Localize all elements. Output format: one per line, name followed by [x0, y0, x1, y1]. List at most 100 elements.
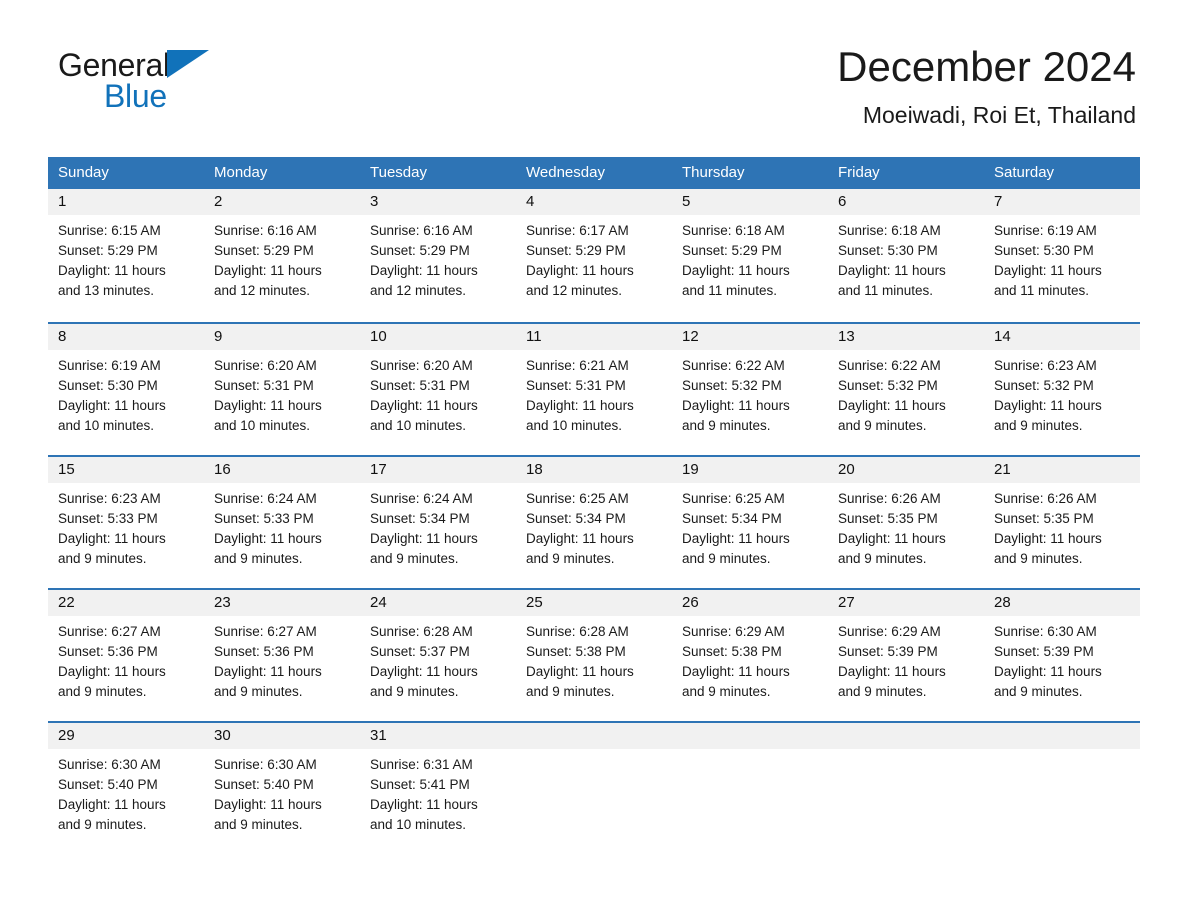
day-details: Sunrise: 6:17 AM Sunset: 5:29 PM Dayligh…	[516, 215, 672, 301]
day-number	[984, 723, 1140, 749]
sunset-text: Sunset: 5:31 PM	[526, 378, 626, 393]
day-number: 30	[204, 723, 360, 749]
daylight-text-line1: Daylight: 11 hours	[58, 664, 166, 679]
day-cell[interactable]: 10 Sunrise: 6:20 AM Sunset: 5:31 PM Dayl…	[360, 324, 516, 455]
day-cell-empty	[984, 723, 1140, 854]
daylight-text-line2: and 9 minutes.	[58, 551, 147, 566]
day-number: 14	[984, 324, 1140, 350]
daylight-text-line1: Daylight: 11 hours	[682, 531, 790, 546]
day-cell[interactable]: 25 Sunrise: 6:28 AM Sunset: 5:38 PM Dayl…	[516, 590, 672, 721]
day-number: 5	[672, 189, 828, 215]
daylight-text-line1: Daylight: 11 hours	[370, 531, 478, 546]
daylight-text-line2: and 9 minutes.	[994, 684, 1083, 699]
daylight-text-line1: Daylight: 11 hours	[58, 531, 166, 546]
day-number: 23	[204, 590, 360, 616]
day-cell[interactable]: 23 Sunrise: 6:27 AM Sunset: 5:36 PM Dayl…	[204, 590, 360, 721]
day-cell[interactable]: 3 Sunrise: 6:16 AM Sunset: 5:29 PM Dayli…	[360, 189, 516, 322]
sunset-text: Sunset: 5:38 PM	[682, 644, 782, 659]
day-cell[interactable]: 4 Sunrise: 6:17 AM Sunset: 5:29 PM Dayli…	[516, 189, 672, 322]
day-cell[interactable]: 29 Sunrise: 6:30 AM Sunset: 5:40 PM Dayl…	[48, 723, 204, 854]
daylight-text-line2: and 10 minutes.	[58, 418, 155, 433]
day-cell[interactable]: 17 Sunrise: 6:24 AM Sunset: 5:34 PM Dayl…	[360, 457, 516, 588]
page-header: General Blue December 2024 Moeiwadi, Roi…	[0, 0, 1188, 128]
day-cell[interactable]: 16 Sunrise: 6:24 AM Sunset: 5:33 PM Dayl…	[204, 457, 360, 588]
sunrise-text: Sunrise: 6:26 AM	[838, 491, 941, 506]
day-details: Sunrise: 6:24 AM Sunset: 5:34 PM Dayligh…	[360, 483, 516, 569]
sunset-text: Sunset: 5:39 PM	[994, 644, 1094, 659]
day-cell[interactable]: 31 Sunrise: 6:31 AM Sunset: 5:41 PM Dayl…	[360, 723, 516, 854]
sunrise-text: Sunrise: 6:29 AM	[682, 624, 785, 639]
day-cell[interactable]: 28 Sunrise: 6:30 AM Sunset: 5:39 PM Dayl…	[984, 590, 1140, 721]
day-number: 3	[360, 189, 516, 215]
day-cell[interactable]: 22 Sunrise: 6:27 AM Sunset: 5:36 PM Dayl…	[48, 590, 204, 721]
day-number: 29	[48, 723, 204, 749]
day-number	[516, 723, 672, 749]
day-cell[interactable]: 20 Sunrise: 6:26 AM Sunset: 5:35 PM Dayl…	[828, 457, 984, 588]
day-cell[interactable]: 9 Sunrise: 6:20 AM Sunset: 5:31 PM Dayli…	[204, 324, 360, 455]
sunrise-text: Sunrise: 6:27 AM	[214, 624, 317, 639]
day-cell[interactable]: 19 Sunrise: 6:25 AM Sunset: 5:34 PM Dayl…	[672, 457, 828, 588]
day-number: 1	[48, 189, 204, 215]
day-cell[interactable]: 24 Sunrise: 6:28 AM Sunset: 5:37 PM Dayl…	[360, 590, 516, 721]
week-row: 8 Sunrise: 6:19 AM Sunset: 5:30 PM Dayli…	[48, 322, 1140, 455]
day-cell[interactable]: 27 Sunrise: 6:29 AM Sunset: 5:39 PM Dayl…	[828, 590, 984, 721]
daylight-text-line2: and 9 minutes.	[682, 551, 771, 566]
day-number: 8	[48, 324, 204, 350]
daylight-text-line1: Daylight: 11 hours	[58, 263, 166, 278]
day-cell[interactable]: 15 Sunrise: 6:23 AM Sunset: 5:33 PM Dayl…	[48, 457, 204, 588]
daylight-text-line2: and 10 minutes.	[370, 817, 467, 832]
day-number: 16	[204, 457, 360, 483]
day-cell[interactable]: 12 Sunrise: 6:22 AM Sunset: 5:32 PM Dayl…	[672, 324, 828, 455]
day-cell[interactable]: 11 Sunrise: 6:21 AM Sunset: 5:31 PM Dayl…	[516, 324, 672, 455]
week-row: 29 Sunrise: 6:30 AM Sunset: 5:40 PM Dayl…	[48, 721, 1140, 854]
general-blue-logo[interactable]: General Blue	[58, 48, 248, 120]
daylight-text-line1: Daylight: 11 hours	[58, 797, 166, 812]
sunset-text: Sunset: 5:40 PM	[58, 777, 158, 792]
day-cell[interactable]: 21 Sunrise: 6:26 AM Sunset: 5:35 PM Dayl…	[984, 457, 1140, 588]
day-cell[interactable]: 26 Sunrise: 6:29 AM Sunset: 5:38 PM Dayl…	[672, 590, 828, 721]
sunset-text: Sunset: 5:40 PM	[214, 777, 314, 792]
daylight-text-line1: Daylight: 11 hours	[682, 263, 790, 278]
weekday-header-thursday: Thursday	[682, 164, 745, 181]
daylight-text-line1: Daylight: 11 hours	[526, 398, 634, 413]
daylight-text-line2: and 10 minutes.	[214, 418, 311, 433]
daylight-text-line2: and 9 minutes.	[838, 551, 927, 566]
sunset-text: Sunset: 5:31 PM	[370, 378, 470, 393]
sunset-text: Sunset: 5:33 PM	[58, 511, 158, 526]
daylight-text-line1: Daylight: 11 hours	[370, 398, 478, 413]
sunrise-text: Sunrise: 6:20 AM	[370, 358, 473, 373]
sunset-text: Sunset: 5:38 PM	[526, 644, 626, 659]
day-cell[interactable]: 18 Sunrise: 6:25 AM Sunset: 5:34 PM Dayl…	[516, 457, 672, 588]
sunrise-text: Sunrise: 6:25 AM	[526, 491, 629, 506]
daylight-text-line1: Daylight: 11 hours	[214, 398, 322, 413]
day-number: 21	[984, 457, 1140, 483]
day-cell[interactable]: 1 Sunrise: 6:15 AM Sunset: 5:29 PM Dayli…	[48, 189, 204, 322]
day-details: Sunrise: 6:23 AM Sunset: 5:33 PM Dayligh…	[48, 483, 204, 569]
day-cell[interactable]: 14 Sunrise: 6:23 AM Sunset: 5:32 PM Dayl…	[984, 324, 1140, 455]
daylight-text-line1: Daylight: 11 hours	[370, 263, 478, 278]
day-cell[interactable]: 6 Sunrise: 6:18 AM Sunset: 5:30 PM Dayli…	[828, 189, 984, 322]
day-cell[interactable]: 2 Sunrise: 6:16 AM Sunset: 5:29 PM Dayli…	[204, 189, 360, 322]
day-details: Sunrise: 6:20 AM Sunset: 5:31 PM Dayligh…	[204, 350, 360, 436]
sunrise-text: Sunrise: 6:26 AM	[994, 491, 1097, 506]
daylight-text-line2: and 9 minutes.	[58, 684, 147, 699]
day-details: Sunrise: 6:22 AM Sunset: 5:32 PM Dayligh…	[828, 350, 984, 436]
day-cell[interactable]: 5 Sunrise: 6:18 AM Sunset: 5:29 PM Dayli…	[672, 189, 828, 322]
page-title: December 2024	[837, 43, 1136, 90]
daylight-text-line2: and 12 minutes.	[214, 283, 311, 298]
sunset-text: Sunset: 5:29 PM	[214, 243, 314, 258]
weekday-header-wednesday: Wednesday	[526, 164, 605, 181]
title-block: December 2024 Moeiwadi, Roi Et, Thailand	[837, 42, 1136, 130]
sunrise-text: Sunrise: 6:18 AM	[682, 223, 785, 238]
weekday-header-tuesday: Tuesday	[370, 164, 427, 181]
sunset-text: Sunset: 5:36 PM	[214, 644, 314, 659]
day-cell[interactable]: 8 Sunrise: 6:19 AM Sunset: 5:30 PM Dayli…	[48, 324, 204, 455]
sunset-text: Sunset: 5:29 PM	[526, 243, 626, 258]
day-details: Sunrise: 6:20 AM Sunset: 5:31 PM Dayligh…	[360, 350, 516, 436]
daylight-text-line2: and 10 minutes.	[370, 418, 467, 433]
day-cell[interactable]: 13 Sunrise: 6:22 AM Sunset: 5:32 PM Dayl…	[828, 324, 984, 455]
daylight-text-line1: Daylight: 11 hours	[838, 664, 946, 679]
day-cell-empty	[828, 723, 984, 854]
day-cell[interactable]: 7 Sunrise: 6:19 AM Sunset: 5:30 PM Dayli…	[984, 189, 1140, 322]
day-cell[interactable]: 30 Sunrise: 6:30 AM Sunset: 5:40 PM Dayl…	[204, 723, 360, 854]
